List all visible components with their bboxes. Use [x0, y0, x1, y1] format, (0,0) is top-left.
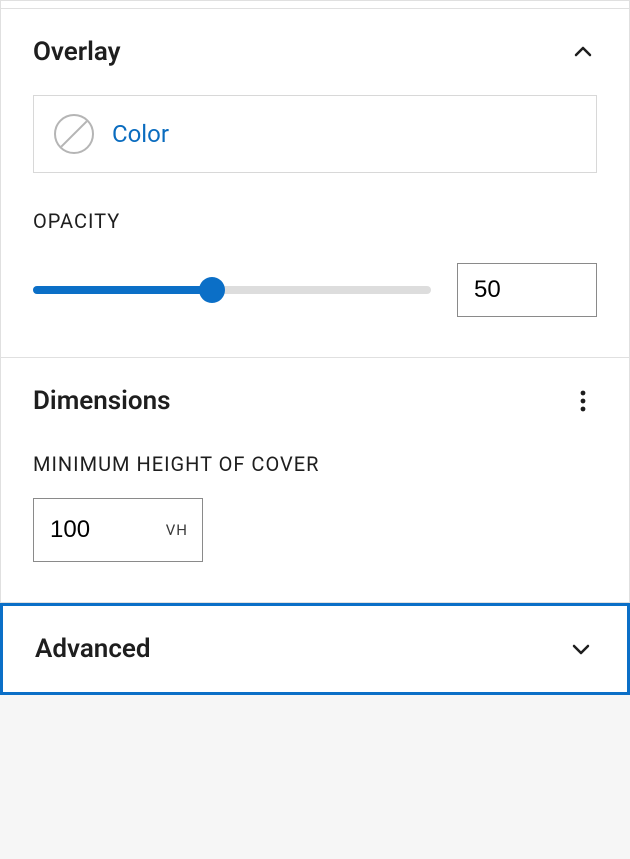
opacity-control-row [33, 263, 597, 317]
min-height-row: VH [33, 498, 597, 562]
min-height-unit[interactable]: VH [166, 521, 202, 539]
opacity-slider[interactable] [33, 286, 431, 294]
panel-top-edge [0, 0, 630, 8]
dimensions-section-title: Dimensions [33, 386, 171, 416]
dimensions-section: Dimensions MINIMUM HEIGHT OF COVER VH [1, 358, 629, 602]
more-options-icon[interactable] [569, 387, 597, 415]
min-height-input[interactable] [34, 516, 166, 544]
chevron-down-icon [567, 635, 595, 663]
chevron-up-icon [569, 38, 597, 66]
dimensions-section-header[interactable]: Dimensions [33, 386, 597, 416]
opacity-input[interactable] [457, 263, 597, 317]
opacity-slider-thumb[interactable] [199, 277, 225, 303]
advanced-section-title: Advanced [35, 634, 151, 664]
overlay-section: Overlay Color OPACITY [1, 9, 629, 358]
opacity-label: OPACITY [33, 209, 597, 233]
opacity-slider-fill [33, 286, 212, 294]
advanced-section-header[interactable]: Advanced [0, 603, 630, 695]
overlay-color-button[interactable]: Color [33, 95, 597, 173]
overlay-section-header[interactable]: Overlay [33, 37, 597, 67]
min-height-input-wrapper: VH [33, 498, 203, 562]
min-height-label: MINIMUM HEIGHT OF COVER [33, 452, 597, 476]
settings-panel: Overlay Color OPACITY Dimensions [0, 8, 630, 603]
overlay-section-title: Overlay [33, 37, 121, 67]
no-color-icon [54, 114, 94, 154]
overlay-color-label: Color [112, 120, 169, 148]
